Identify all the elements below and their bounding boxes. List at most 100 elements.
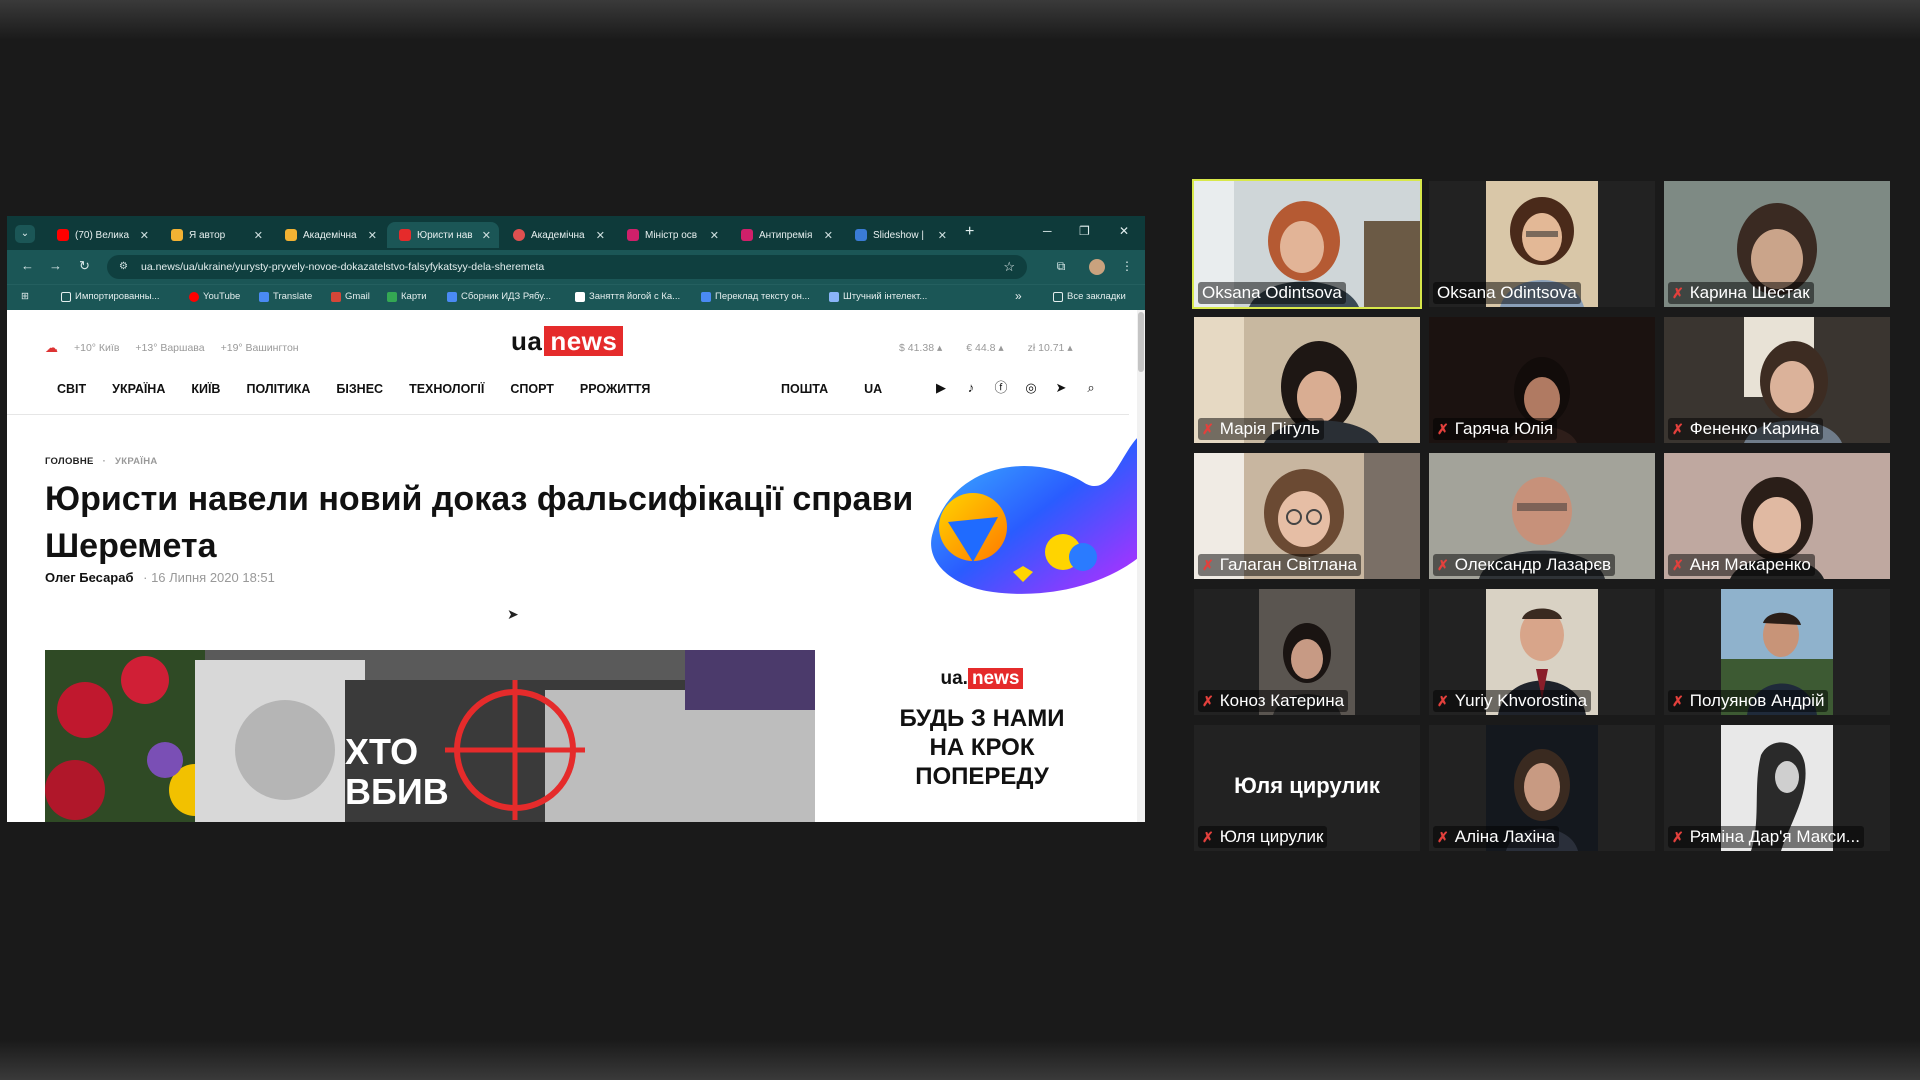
reload-icon[interactable]: ↻ <box>79 258 90 274</box>
participant-tile[interactable]: ✗ Гаряча Юлія <box>1429 317 1655 443</box>
close-icon[interactable]: ✕ <box>254 229 263 242</box>
browser-tab[interactable]: Академічна ✕ <box>273 222 385 248</box>
address-bar[interactable]: ⚙ ua.news/ua/ukraine/yurysty-pryvely-nov… <box>107 255 1027 279</box>
apps-icon[interactable]: ⊞ <box>21 291 29 302</box>
close-icon[interactable]: ✕ <box>368 229 377 242</box>
browser-tab[interactable]: Я автор ✕ <box>159 222 271 248</box>
youtube-icon[interactable]: ▶ <box>933 380 949 396</box>
avatar[interactable] <box>1089 259 1105 275</box>
browser-tab[interactable]: (70) Велика ✕ <box>45 222 157 248</box>
participant-tile[interactable]: ✗ Полуянов Андрій <box>1664 589 1890 715</box>
tab-label: Міністр осв <box>645 229 698 241</box>
telegram-icon[interactable]: ➤ <box>1053 380 1069 396</box>
browser-tab[interactable]: Slideshow | ✕ <box>843 222 955 248</box>
participant-tile[interactable]: ✗ Yuriy Khvorostina <box>1429 589 1655 715</box>
article-headline: Юристи навели новий доказ фальсифікації … <box>45 480 914 565</box>
close-icon[interactable]: ✕ <box>824 229 833 242</box>
participant-tile[interactable]: ✗ Галаган Світлана <box>1194 453 1420 579</box>
participant-tile[interactable]: ✗ Коноз Катерина <box>1194 589 1420 715</box>
nav-item[interactable]: СВІТ <box>57 382 86 396</box>
participant-tile[interactable]: ✗ Олександр Лазарєв <box>1429 453 1655 579</box>
participant-tile[interactable]: ✗ Марія Пігуль <box>1194 317 1420 443</box>
nav-item[interactable]: РРОЖИТТЯ <box>580 382 650 396</box>
muted-mic-icon: ✗ <box>1202 420 1214 437</box>
currency-rates: $ 41.38 ▴ € 44.8 ▴ zł 10.71 ▴ <box>899 342 1073 354</box>
bookmark-item[interactable]: Переклад тексту он... <box>701 291 810 302</box>
close-window-icon[interactable]: ✕ <box>1119 224 1129 238</box>
nav-item[interactable]: ПОЛІТИКА <box>246 382 310 396</box>
participant-tile[interactable]: ✗ Аня Макаренко <box>1664 453 1890 579</box>
close-icon[interactable]: ✕ <box>482 229 491 242</box>
all-bookmarks-button[interactable]: Все закладки <box>1053 291 1126 302</box>
article-byline: Олег Бесараб · 16 Липня 2020 18:51 <box>45 570 275 585</box>
close-icon[interactable]: ✕ <box>710 229 719 242</box>
participant-name: ✗ Фененко Карина <box>1668 418 1824 440</box>
browser-tab[interactable]: Академічна ✕ <box>501 222 613 248</box>
participant-name: ✗ Аліна Лахіна <box>1433 826 1560 848</box>
sidebar-ad[interactable]: ua. news БУДЬ З НАМИ НА КРОК ПОПЕРЕДУ <box>847 650 1117 822</box>
participant-tile-video-off[interactable]: Юля цирулик ✗ Юля цирулик <box>1194 725 1420 851</box>
author-link[interactable]: Олег Бесараб <box>45 570 134 585</box>
bookmark-item[interactable]: Translate <box>259 291 312 302</box>
bookmark-item[interactable]: Gmail <box>331 291 370 302</box>
tab-search-button[interactable]: ⌄ <box>15 225 35 243</box>
nav-item[interactable]: БІЗНЕС <box>336 382 383 396</box>
site-logo[interactable]: ua news <box>511 326 624 357</box>
bookmark-star-icon[interactable]: ☆ <box>1003 255 1015 279</box>
back-icon[interactable]: ← <box>21 258 34 273</box>
nav-item[interactable]: КИЇВ <box>191 382 220 396</box>
nav-item[interactable]: СПОРТ <box>510 382 554 396</box>
facebook-icon[interactable]: ⓕ <box>993 380 1009 396</box>
language-switch[interactable]: UA <box>864 382 882 396</box>
more-bookmarks-button[interactable]: » <box>1015 289 1022 303</box>
breadcrumb-home[interactable]: ГОЛОВНЕ <box>45 456 94 467</box>
tab-label: (70) Велика <box>75 229 130 241</box>
breadcrumb-section[interactable]: УКРАЇНА <box>115 456 158 467</box>
participant-tile[interactable]: ✗ Карина Шестак <box>1664 181 1890 307</box>
close-icon[interactable]: ✕ <box>938 229 947 242</box>
participant-tile[interactable]: Oksana Odintsova <box>1429 181 1655 307</box>
participant-tile-active-speaker[interactable]: Oksana Odintsova <box>1192 179 1422 309</box>
breadcrumb: ГОЛОВНЕ · УКРАЇНА <box>45 456 158 467</box>
browser-tab-active[interactable]: Юристи нав ✕ <box>387 222 499 248</box>
bookmark-item[interactable]: Заняття йогой с Ка... <box>575 291 680 302</box>
new-tab-button[interactable]: + <box>965 223 974 241</box>
mail-link[interactable]: ПОШТА <box>781 382 828 396</box>
participant-name: ✗ Аня Макаренко <box>1668 554 1815 576</box>
muted-mic-icon: ✗ <box>1202 828 1214 845</box>
bookmark-item[interactable]: Сборник ИДЗ Рябу... <box>447 291 551 302</box>
instagram-icon[interactable]: ◎ <box>1023 380 1039 396</box>
close-icon[interactable]: ✕ <box>596 229 605 242</box>
sparkle-icon <box>171 229 183 241</box>
scrollbar-thumb[interactable] <box>1138 312 1144 372</box>
forward-icon[interactable]: → <box>49 258 62 273</box>
folder-icon <box>1053 291 1063 302</box>
browser-tab[interactable]: Антипремія ✕ <box>729 222 841 248</box>
page-scrollbar[interactable] <box>1137 310 1145 822</box>
participant-tile[interactable]: ✗ Ряміна Дар'я Макси... <box>1664 725 1890 851</box>
muted-mic-icon: ✗ <box>1437 556 1449 573</box>
minimize-icon[interactable]: ─ <box>1043 224 1052 238</box>
social-links: ▶ ♪ ⓕ ◎ ➤ ⌕ <box>933 380 1099 396</box>
browser-tab[interactable]: Міністр осв ✕ <box>615 222 727 248</box>
close-icon[interactable]: ✕ <box>140 229 149 242</box>
bookmark-item[interactable]: Штучний інтелект... <box>829 291 927 302</box>
muted-mic-icon: ✗ <box>1202 556 1214 573</box>
menu-icon[interactable]: ⋮ <box>1119 259 1135 275</box>
nav-item[interactable]: УКРАЇНА <box>112 382 165 396</box>
tiktok-icon[interactable]: ♪ <box>963 380 979 396</box>
bookmark-item[interactable]: YouTube <box>189 291 240 302</box>
extensions-icon[interactable]: ⧉ <box>1053 259 1069 275</box>
participant-tile[interactable]: ✗ Фененко Карина <box>1664 317 1890 443</box>
bookmark-item[interactable]: Импортированны... <box>61 291 160 302</box>
participant-name: ✗ Ряміна Дар'я Макси... <box>1668 826 1864 848</box>
photo-caption: ХТО ВБИВ <box>345 731 449 812</box>
site-info-icon[interactable]: ⚙ <box>119 255 128 279</box>
search-icon[interactable]: ⌕ <box>1083 380 1099 396</box>
video-off-name: Юля цирулик <box>1234 773 1380 798</box>
nav-item[interactable]: ТЕХНОЛОГІЇ <box>409 382 484 396</box>
bookmark-item[interactable]: Карти <box>387 291 427 302</box>
ad-text: БУДЬ З НАМИ НА КРОК ПОПЕРЕДУ <box>899 705 1065 790</box>
participant-tile[interactable]: ✗ Аліна Лахіна <box>1429 725 1655 851</box>
restore-icon[interactable]: ❐ <box>1079 224 1090 238</box>
